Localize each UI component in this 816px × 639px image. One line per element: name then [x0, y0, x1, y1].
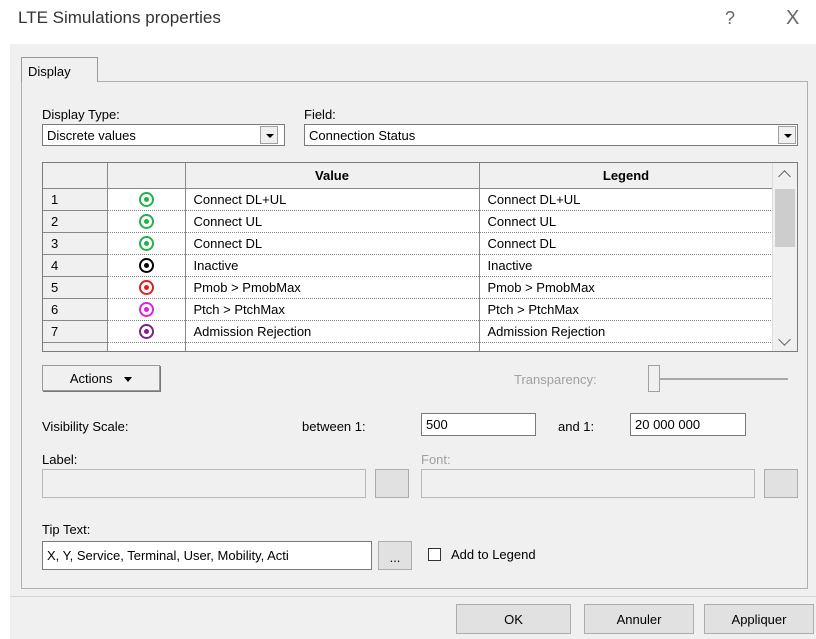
- table-row-partial: [43, 342, 774, 351]
- row-legend[interactable]: Connect UL: [479, 210, 774, 233]
- actions-button[interactable]: Actions: [42, 365, 160, 391]
- visibility-scale-label: Visibility Scale:: [42, 419, 129, 434]
- table-row[interactable]: 3 Connect DL Connect DL: [43, 232, 774, 255]
- row-number[interactable]: 3: [43, 232, 108, 255]
- help-icon[interactable]: ?: [725, 8, 735, 29]
- window-title: LTE Simulations properties: [18, 8, 221, 27]
- green-target-icon: [138, 214, 154, 230]
- display-type-select[interactable]: Discrete values: [42, 124, 285, 146]
- table-row[interactable]: 6 Ptch > PtchMax Ptch > PtchMax: [43, 298, 774, 321]
- font-input[interactable]: [421, 469, 755, 498]
- transparency-slider-track[interactable]: [652, 378, 788, 380]
- row-legend[interactable]: Pmob > PmobMax: [479, 276, 774, 299]
- actions-label: Actions: [69, 371, 113, 386]
- table-row[interactable]: 7 Admission Rejection Admission Rejection: [43, 320, 774, 343]
- header-symbol[interactable]: [107, 163, 186, 189]
- ok-button[interactable]: OK: [456, 604, 571, 634]
- row-number[interactable]: 1: [43, 188, 108, 211]
- row-legend[interactable]: Inactive: [479, 254, 774, 277]
- tip-text-input[interactable]: X, Y, Service, Terminal, User, Mobility,…: [42, 541, 372, 570]
- chevron-down-icon[interactable]: [778, 126, 796, 144]
- magenta-target-icon: [138, 302, 154, 318]
- between-label: between 1:: [302, 419, 366, 434]
- tip-text-browse-button[interactable]: ...: [378, 541, 412, 570]
- row-legend[interactable]: Ptch > PtchMax: [479, 298, 774, 321]
- row-number[interactable]: 2: [43, 210, 108, 233]
- row-legend[interactable]: Admission Rejection: [479, 320, 774, 343]
- caret-down-icon: [124, 377, 133, 383]
- font-edit-button[interactable]: [764, 469, 798, 498]
- label-field-label: Label:: [42, 452, 78, 467]
- table-row[interactable]: 4 Inactive Inactive: [43, 254, 774, 277]
- row-number[interactable]: 4: [43, 254, 108, 277]
- add-to-legend-checkbox[interactable]: [428, 548, 441, 561]
- green-target-icon: [138, 192, 154, 208]
- font-field-label: Font:: [421, 452, 451, 467]
- display-type-value: Discrete values: [47, 128, 136, 143]
- values-table: Value Legend 1 Connect DL+UL Connect DL+UL…: [43, 163, 774, 351]
- field-select[interactable]: Connection Status: [304, 124, 798, 146]
- row-number[interactable]: 5: [43, 276, 108, 299]
- visibility-min-input[interactable]: 500: [421, 413, 536, 436]
- row-value[interactable]: Inactive: [185, 254, 480, 277]
- header-legend[interactable]: Legend: [479, 163, 774, 189]
- chevron-down-icon[interactable]: [260, 126, 278, 144]
- header-value[interactable]: Value: [185, 163, 480, 189]
- row-value[interactable]: Connect DL: [185, 232, 480, 255]
- add-to-legend-label: Add to Legend: [451, 547, 536, 562]
- row-value[interactable]: Connect DL+UL: [185, 188, 480, 211]
- row-number[interactable]: 6: [43, 298, 108, 321]
- apply-button[interactable]: Appliquer: [704, 604, 814, 634]
- and-label: and 1:: [558, 419, 595, 434]
- purple-target-icon: [138, 324, 154, 340]
- values-grid[interactable]: Value Legend 1 Connect DL+UL Connect DL+UL…: [42, 162, 798, 352]
- transparency-label: Transparency:: [514, 372, 597, 387]
- label-edit-button[interactable]: [375, 469, 409, 498]
- scroll-down-icon[interactable]: [778, 333, 791, 346]
- red-target-icon: [138, 280, 154, 296]
- tab-display[interactable]: Display: [21, 57, 98, 82]
- row-cell-partial: [479, 342, 774, 351]
- table-row[interactable]: 5 Pmob > PmobMax Pmob > PmobMax: [43, 276, 774, 299]
- row-symbol[interactable]: [107, 320, 186, 343]
- field-value: Connection Status: [309, 128, 416, 143]
- row-cell-partial: [185, 342, 480, 351]
- scrollbar-thumb[interactable]: [775, 189, 795, 247]
- row-cell-partial: [43, 342, 108, 351]
- green-target-icon: [138, 236, 154, 252]
- row-symbol[interactable]: [107, 298, 186, 321]
- row-cell-partial: [107, 342, 186, 351]
- row-symbol[interactable]: [107, 276, 186, 299]
- scroll-up-icon[interactable]: [778, 170, 791, 183]
- header-number[interactable]: [43, 163, 108, 189]
- row-legend[interactable]: Connect DL+UL: [479, 188, 774, 211]
- visibility-max-input[interactable]: 20 000 000: [630, 413, 746, 436]
- row-value[interactable]: Pmob > PmobMax: [185, 276, 480, 299]
- row-symbol[interactable]: [107, 232, 186, 255]
- footer-separator: [10, 596, 816, 597]
- table-row[interactable]: 2 Connect UL Connect UL: [43, 210, 774, 233]
- close-icon[interactable]: X: [786, 7, 799, 30]
- row-symbol[interactable]: [107, 254, 186, 277]
- table-row[interactable]: 1 Connect DL+UL Connect DL+UL: [43, 188, 774, 211]
- row-value[interactable]: Connect UL: [185, 210, 480, 233]
- row-legend[interactable]: Connect DL: [479, 232, 774, 255]
- row-number[interactable]: 7: [43, 320, 108, 343]
- tip-text-label: Tip Text:: [42, 522, 91, 537]
- cancel-button[interactable]: Annuler: [584, 604, 694, 634]
- row-symbol[interactable]: [107, 188, 186, 211]
- label-input[interactable]: [42, 469, 366, 498]
- field-label: Field:: [304, 107, 336, 122]
- transparency-slider-thumb[interactable]: [648, 365, 660, 392]
- grid-header-row: Value Legend: [43, 163, 774, 189]
- row-value[interactable]: Admission Rejection: [185, 320, 480, 343]
- grid-vertical-scrollbar[interactable]: [772, 163, 797, 351]
- row-value[interactable]: Ptch > PtchMax: [185, 298, 480, 321]
- row-symbol[interactable]: [107, 210, 186, 233]
- black-target-icon: [138, 258, 154, 274]
- display-type-label: Display Type:: [42, 107, 120, 122]
